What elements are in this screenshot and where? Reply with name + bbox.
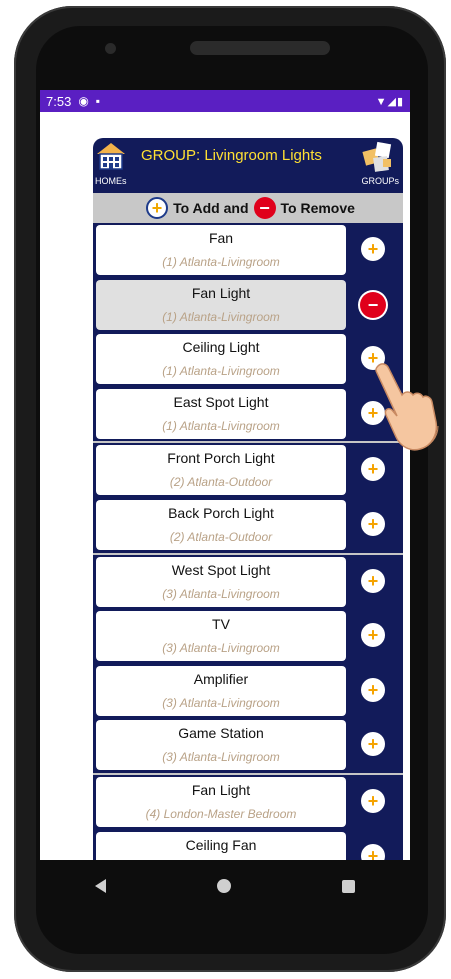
device-name: Amplifier bbox=[193, 670, 249, 687]
group-panel: HOMEs GROUP: Livingroom Lights GROUPs + … bbox=[93, 138, 403, 860]
device-card[interactable]: Amplifier (3) Atlanta-Livingroom bbox=[96, 665, 346, 716]
instruction-add-text: To Add and bbox=[173, 200, 249, 216]
add-button[interactable]: + bbox=[361, 457, 385, 482]
list-item: Ceiling Fan + bbox=[93, 830, 403, 860]
status-time: 7:53 bbox=[46, 93, 72, 109]
android-nav-bar bbox=[40, 860, 410, 912]
add-button[interactable]: + bbox=[361, 623, 385, 648]
device-card[interactable]: Back Porch Light (2) Atlanta-Outdoor bbox=[96, 499, 346, 550]
front-camera bbox=[105, 43, 116, 54]
add-button[interactable]: + bbox=[361, 788, 385, 813]
device-room: (3) Atlanta-Livingroom bbox=[162, 641, 280, 656]
status-right-icons: ▼◢▮ bbox=[376, 95, 404, 108]
status-bar: 7:53 ◉ ▪ ▼◢▮ bbox=[40, 90, 410, 112]
device-list: Fan (1) Atlanta-Livingroom + Fan Light (1)… bbox=[93, 223, 403, 860]
add-button[interactable]: + bbox=[361, 843, 385, 860]
device-room: (4) London-Master Bedroom bbox=[145, 806, 297, 821]
device-card[interactable]: Game Station (3) Atlanta-Livingroom bbox=[96, 720, 346, 771]
add-button[interactable]: + bbox=[361, 677, 385, 702]
list-item: Fan Light (1) Atlanta-Livingroom − bbox=[93, 278, 403, 333]
device-room: (1) Atlanta-Livingroom bbox=[162, 418, 280, 433]
list-item: Game Station (3) Atlanta-Livingroom + bbox=[93, 718, 403, 773]
device-room: (1) Atlanta-Livingroom bbox=[162, 364, 280, 379]
group-header: HOMEs GROUP: Livingroom Lights GROUPs bbox=[93, 138, 403, 193]
device-room: (2) Atlanta-Outdoor bbox=[169, 529, 273, 544]
home-icon[interactable] bbox=[216, 879, 231, 893]
device-card[interactable]: Ceiling Fan bbox=[96, 831, 346, 860]
device-card[interactable]: Fan (1) Atlanta-Livingroom bbox=[96, 225, 346, 275]
device-room: (3) Atlanta-Livingroom bbox=[162, 750, 280, 765]
device-name: Front Porch Light bbox=[167, 450, 275, 467]
list-item: Fan (1) Atlanta-Livingroom + bbox=[93, 223, 403, 278]
device-card[interactable]: Fan Light (4) London-Master Bedroom bbox=[96, 776, 346, 827]
device-name: Back Porch Light bbox=[168, 504, 274, 521]
remove-button[interactable]: − bbox=[360, 291, 386, 318]
device-name: Ceiling Fan bbox=[185, 836, 257, 853]
back-icon[interactable] bbox=[95, 879, 107, 893]
plus-icon: + bbox=[146, 197, 169, 219]
device-room: (3) Atlanta-Livingroom bbox=[162, 695, 280, 710]
minus-icon: − bbox=[253, 197, 276, 219]
device-name: Fan bbox=[208, 230, 234, 246]
add-button[interactable]: + bbox=[361, 237, 385, 261]
device-card[interactable]: Fan Light (1) Atlanta-Livingroom bbox=[96, 279, 346, 330]
device-name: East Spot Light bbox=[173, 393, 269, 410]
device-card[interactable]: Front Porch Light (2) Atlanta-Outdoor bbox=[96, 445, 346, 496]
pointing-hand-icon bbox=[375, 363, 439, 451]
device-room: (1) Atlanta-Livingroom bbox=[162, 255, 280, 269]
circle-p-icon: ◉ bbox=[78, 94, 89, 108]
device-name: Fan Light bbox=[191, 781, 251, 798]
add-button[interactable]: + bbox=[361, 568, 385, 593]
list-item: Ceiling Light (1) Atlanta-Livingroom + bbox=[93, 332, 403, 387]
instruction-remove-text: To Remove bbox=[280, 200, 355, 216]
recent-apps-icon[interactable] bbox=[341, 879, 355, 893]
list-item: Back Porch Light (2) Atlanta-Outdoor + bbox=[93, 498, 403, 553]
groups-label[interactable]: GROUPs bbox=[361, 176, 399, 186]
list-item: Fan Light (4) London-Master Bedroom + bbox=[93, 775, 403, 830]
device-name: Ceiling Light bbox=[182, 339, 260, 356]
list-item: TV (3) Atlanta-Livingroom + bbox=[93, 609, 403, 664]
device-name: Fan Light bbox=[191, 284, 251, 301]
groups-icon[interactable] bbox=[361, 140, 395, 174]
page-title: GROUP: Livingroom Lights bbox=[141, 147, 322, 164]
battery-icon: ▮ bbox=[396, 95, 404, 108]
homes-icon[interactable] bbox=[96, 142, 126, 170]
add-button[interactable]: + bbox=[361, 732, 385, 757]
device-card[interactable]: TV (3) Atlanta-Livingroom bbox=[96, 611, 346, 662]
device-room: (3) Atlanta-Livingroom bbox=[162, 586, 280, 601]
device-name: West Spot Light bbox=[171, 561, 271, 578]
device-room: (1) Atlanta-Livingroom bbox=[162, 309, 280, 324]
device-card[interactable]: East Spot Light (1) Atlanta-Livingroom bbox=[96, 388, 346, 439]
list-item: West Spot Light (3) Atlanta-Livingroom + bbox=[93, 555, 403, 610]
homes-label[interactable]: HOMEs bbox=[95, 176, 127, 186]
add-button[interactable]: + bbox=[361, 511, 385, 536]
device-name: Game Station bbox=[178, 725, 264, 742]
list-item: Amplifier (3) Atlanta-Livingroom + bbox=[93, 664, 403, 719]
list-item: Front Porch Light (2) Atlanta-Outdoor + bbox=[93, 443, 403, 498]
instructions-bar: + To Add and − To Remove bbox=[93, 193, 403, 223]
device-room: (2) Atlanta-Outdoor bbox=[169, 475, 273, 490]
screen: 7:53 ◉ ▪ ▼◢▮ HOMEs GROUP: Livingroom Lig… bbox=[40, 90, 410, 860]
list-item: East Spot Light (1) Atlanta-Livingroom + bbox=[93, 387, 403, 442]
device-card[interactable]: West Spot Light (3) Atlanta-Livingroom bbox=[96, 556, 346, 607]
earpiece-speaker bbox=[190, 41, 330, 55]
device-card[interactable]: Ceiling Light (1) Atlanta-Livingroom bbox=[96, 334, 346, 385]
wifi-icon: ▼ bbox=[375, 95, 388, 108]
device-name: TV bbox=[212, 616, 230, 633]
clipboard-icon: ▪ bbox=[95, 94, 101, 108]
signal-icon: ◢ bbox=[387, 95, 397, 108]
